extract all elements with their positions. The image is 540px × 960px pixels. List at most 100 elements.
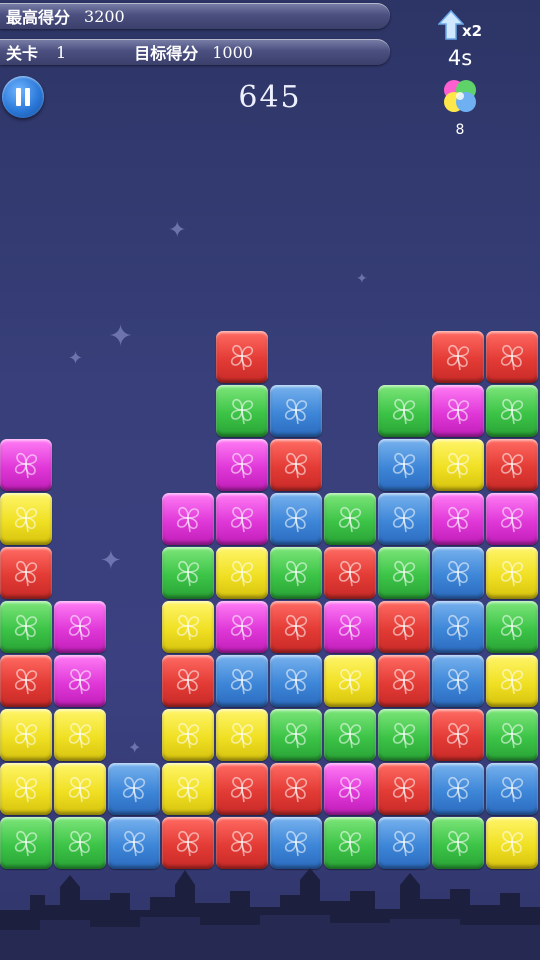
tile-blue[interactable] xyxy=(378,817,430,869)
tile-yellow[interactable] xyxy=(432,439,484,491)
tile-red[interactable] xyxy=(432,709,484,761)
tile-purple[interactable] xyxy=(216,439,268,491)
tile-green[interactable] xyxy=(486,385,538,437)
tile-red[interactable] xyxy=(324,547,376,599)
tile-green[interactable] xyxy=(432,817,484,869)
tile-red[interactable] xyxy=(486,439,538,491)
tile-purple[interactable] xyxy=(0,439,52,491)
tile-red[interactable] xyxy=(0,655,52,707)
clover-icon xyxy=(68,614,92,641)
tile-yellow[interactable] xyxy=(324,655,376,707)
tile-yellow[interactable] xyxy=(0,709,52,761)
tile-yellow[interactable] xyxy=(0,763,52,815)
tile-yellow[interactable] xyxy=(486,817,538,869)
tile-red[interactable] xyxy=(0,547,52,599)
clover-icon[interactable] xyxy=(438,74,482,118)
tile-green[interactable] xyxy=(324,817,376,869)
tile-red[interactable] xyxy=(270,763,322,815)
tile-green[interactable] xyxy=(324,709,376,761)
tile-blue[interactable] xyxy=(270,655,322,707)
tile-blue[interactable] xyxy=(270,385,322,437)
tile-yellow[interactable] xyxy=(54,709,106,761)
tile-purple[interactable] xyxy=(54,655,106,707)
tile-yellow[interactable] xyxy=(486,547,538,599)
tile-purple[interactable] xyxy=(324,763,376,815)
tile-green[interactable] xyxy=(270,547,322,599)
tile-yellow[interactable] xyxy=(486,655,538,707)
clover-icon xyxy=(500,776,524,803)
clover-icon xyxy=(392,506,416,533)
clover-icon xyxy=(284,830,308,857)
tile-blue[interactable] xyxy=(216,655,268,707)
tile-red[interactable] xyxy=(378,655,430,707)
tile-green[interactable] xyxy=(486,601,538,653)
tile-red[interactable] xyxy=(270,439,322,491)
tile-blue[interactable] xyxy=(270,493,322,545)
tile-yellow[interactable] xyxy=(162,601,214,653)
clover-icon xyxy=(122,776,146,803)
clover-icon xyxy=(176,614,200,641)
tile-blue[interactable] xyxy=(108,763,160,815)
clover-icon xyxy=(14,614,38,641)
tile-blue[interactable] xyxy=(270,817,322,869)
tile-green[interactable] xyxy=(0,817,52,869)
tile-blue[interactable] xyxy=(432,601,484,653)
tile-red[interactable] xyxy=(216,331,268,383)
tile-yellow[interactable] xyxy=(216,709,268,761)
clover-icon xyxy=(284,398,308,425)
tile-purple[interactable] xyxy=(432,385,484,437)
tile-blue[interactable] xyxy=(378,493,430,545)
tile-purple[interactable] xyxy=(162,493,214,545)
tile-purple[interactable] xyxy=(216,493,268,545)
boost-panel[interactable]: x2 4s 8 xyxy=(430,8,490,138)
tile-green[interactable] xyxy=(162,547,214,599)
sparkle-star: ✦ xyxy=(128,738,142,757)
tile-green[interactable] xyxy=(378,547,430,599)
tile-green[interactable] xyxy=(216,385,268,437)
clover-icon xyxy=(500,344,524,371)
tile-green[interactable] xyxy=(486,709,538,761)
target-score-value: 1000 xyxy=(212,42,253,62)
tile-red[interactable] xyxy=(270,601,322,653)
tile-red[interactable] xyxy=(162,817,214,869)
clover-icon xyxy=(122,830,146,857)
tile-green[interactable] xyxy=(54,817,106,869)
tile-red[interactable] xyxy=(378,601,430,653)
tile-yellow[interactable] xyxy=(216,547,268,599)
clover-icon xyxy=(284,668,308,695)
tile-blue[interactable] xyxy=(108,817,160,869)
tile-purple[interactable] xyxy=(432,493,484,545)
tile-blue[interactable] xyxy=(378,439,430,491)
tile-blue[interactable] xyxy=(432,763,484,815)
tile-green[interactable] xyxy=(378,385,430,437)
tile-purple[interactable] xyxy=(54,601,106,653)
tile-yellow[interactable] xyxy=(54,763,106,815)
tile-red[interactable] xyxy=(216,817,268,869)
tile-red[interactable] xyxy=(378,763,430,815)
tile-green[interactable] xyxy=(0,601,52,653)
tile-green[interactable] xyxy=(378,709,430,761)
tile-blue[interactable] xyxy=(432,547,484,599)
tile-red[interactable] xyxy=(216,763,268,815)
tile-red[interactable] xyxy=(486,331,538,383)
tile-green[interactable] xyxy=(270,709,322,761)
tile-purple[interactable] xyxy=(216,601,268,653)
tile-blue[interactable] xyxy=(486,763,538,815)
level-value: 1 xyxy=(56,42,67,62)
sparkle-star: ✦ xyxy=(68,348,84,369)
tile-yellow[interactable] xyxy=(162,763,214,815)
best-score-value: 3200 xyxy=(84,6,125,26)
tile-red[interactable] xyxy=(162,655,214,707)
tile-yellow[interactable] xyxy=(162,709,214,761)
tile-yellow[interactable] xyxy=(0,493,52,545)
sparkle-star: ✦ xyxy=(356,271,368,287)
clover-icon xyxy=(392,452,416,479)
tile-purple[interactable] xyxy=(324,601,376,653)
tile-green[interactable] xyxy=(324,493,376,545)
tile-red[interactable] xyxy=(432,331,484,383)
clover-icon xyxy=(284,506,308,533)
clover-icon xyxy=(14,452,38,479)
tile-blue[interactable] xyxy=(432,655,484,707)
tile-purple[interactable] xyxy=(486,493,538,545)
clover-icon xyxy=(500,398,524,425)
